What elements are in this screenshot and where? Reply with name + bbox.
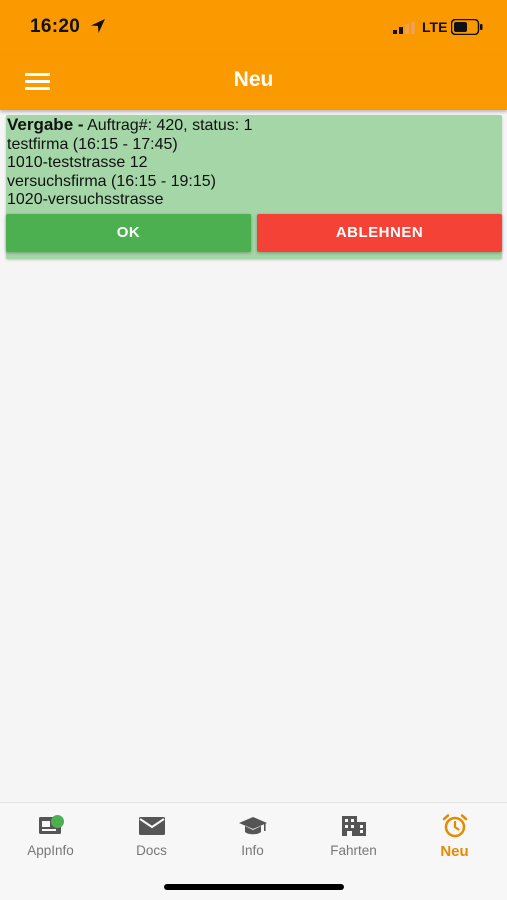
ok-button[interactable]: OK	[6, 214, 251, 252]
tab-appinfo[interactable]: AppInfo	[0, 813, 101, 863]
notification-badge	[51, 815, 64, 828]
assignment-heading: Vergabe - Auftrag#: 420, status: 1	[7, 115, 253, 136]
alarm-clock-icon	[442, 814, 467, 838]
delivery-address: 1020-versuchsstrasse	[7, 191, 164, 208]
tab-label: AppInfo	[27, 843, 74, 858]
tab-label: Docs	[136, 843, 167, 858]
tab-fahrten[interactable]: Fahrten	[303, 813, 404, 863]
tab-label: Neu	[440, 843, 469, 860]
tab-docs[interactable]: Docs	[101, 813, 202, 863]
location-arrow-icon	[91, 19, 105, 33]
assignment-card: Vergabe - Auftrag#: 420, status: 1 testf…	[6, 115, 502, 259]
status-bar: 16:20 LTE	[0, 0, 507, 55]
app-bar: Neu	[0, 55, 507, 110]
delivery-company: versuchsfirma (16:15 - 19:15)	[7, 172, 216, 190]
status-time: 16:20	[30, 16, 81, 37]
tab-info[interactable]: Info	[202, 813, 303, 863]
reject-button[interactable]: ABLEHNEN	[257, 214, 502, 252]
graduation-cap-icon	[238, 817, 267, 835]
assignment-order-status: Auftrag#: 420, status: 1	[87, 117, 253, 134]
pickup-company: testfirma (16:15 - 17:45)	[7, 135, 178, 153]
page-title: Neu	[233, 68, 274, 91]
assignment-type: Vergabe -	[7, 115, 84, 134]
battery-icon	[451, 19, 483, 35]
mail-icon	[138, 817, 165, 835]
home-indicator	[164, 884, 344, 890]
building-icon	[341, 816, 366, 836]
tab-label: Fahrten	[330, 843, 377, 858]
assignment-details: Vergabe - Auftrag#: 420, status: 1 testf…	[7, 115, 253, 210]
signal-icon	[393, 22, 415, 34]
tab-neu[interactable]: Neu	[404, 813, 505, 863]
pickup-address: 1010-teststrasse 12	[7, 154, 148, 171]
tab-label: Info	[241, 843, 264, 858]
network-type: LTE	[422, 19, 448, 35]
